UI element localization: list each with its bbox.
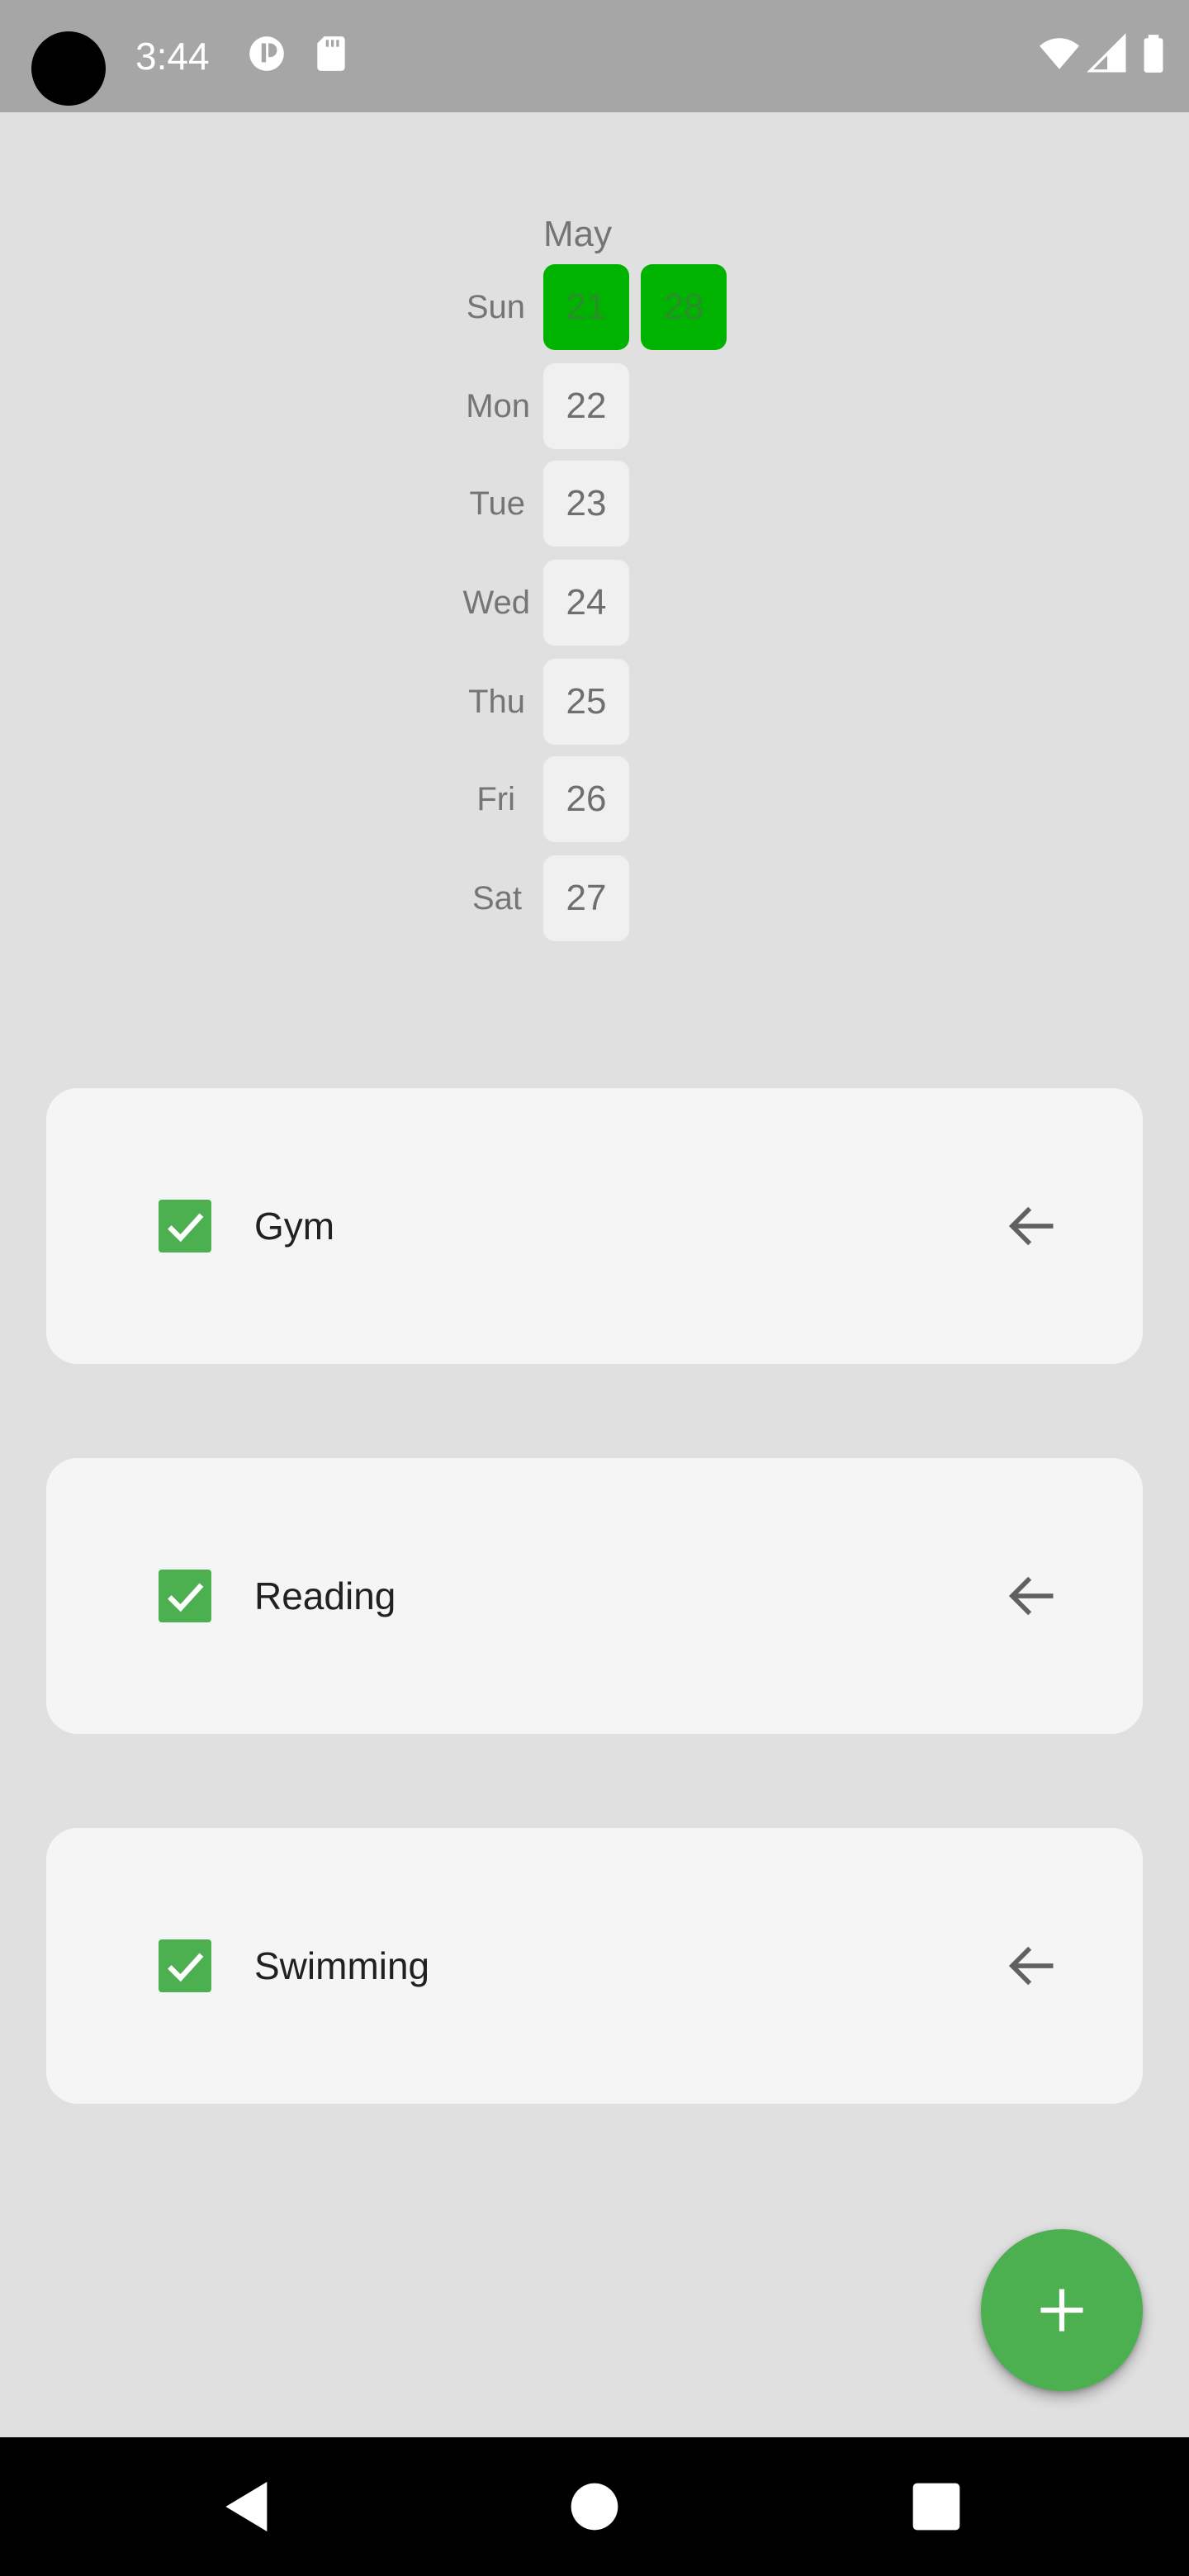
habit-card-gym[interactable]: Gym [46,1088,1143,1364]
checkbox-checked-icon[interactable] [159,1200,211,1252]
day-cell-22[interactable]: 22 [543,363,629,449]
weekday-label: Sat [471,880,522,916]
day-cell-21[interactable]: 21 [543,264,629,350]
sd-card-icon [310,33,352,74]
habit-card-swimming[interactable]: Swimming [46,1828,1143,2104]
day-cell-28[interactable]: 28 [641,264,727,350]
checkbox-checked-icon[interactable] [159,1939,211,1992]
status-time: 3:44 [135,35,210,78]
weekday-label: Mon [466,388,530,424]
recents-icon[interactable] [903,2474,969,2540]
battery-icon [1133,33,1174,74]
add-habit-button[interactable] [981,2229,1143,2391]
weekday-label: Thu [468,684,525,720]
day-cell-27[interactable]: 27 [543,855,629,941]
weekday-label: Sun [466,289,525,325]
home-icon[interactable] [561,2474,628,2540]
month-label: May [543,214,613,254]
navigation-bar [0,2437,1189,2576]
wifi-icon [1039,33,1080,74]
arrow-back-icon[interactable] [1004,1938,1060,1994]
habit-name: Reading [254,1574,396,1617]
habit-card-reading[interactable]: Reading [46,1458,1143,1734]
day-cell-24[interactable]: 24 [543,560,629,646]
habit-name: Swimming [254,1944,430,1987]
back-icon[interactable] [215,2474,281,2540]
arrow-back-icon[interactable] [1004,1198,1060,1254]
status-bar: 3:44 [0,0,1189,112]
day-cell-25[interactable]: 25 [543,659,629,745]
camera-cutout [31,31,106,106]
checkbox-checked-icon[interactable] [159,1570,211,1622]
weekday-label: Fri [476,781,515,817]
weekday-label: Wed [462,585,530,621]
habit-name: Gym [254,1205,335,1248]
day-cell-23[interactable]: 23 [543,461,629,547]
plus-icon [1040,2289,1083,2332]
app-notification-icon [246,33,287,74]
cellular-signal-icon [1087,33,1128,74]
weekday-label: Tue [469,485,525,522]
arrow-back-icon[interactable] [1004,1568,1060,1624]
day-cell-26[interactable]: 26 [543,756,629,842]
